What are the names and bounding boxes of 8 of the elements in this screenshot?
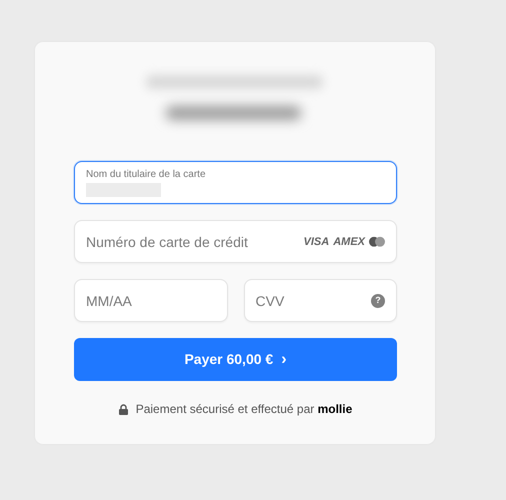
card-circles-icon — [369, 236, 385, 246]
input-field[interactable]: MM/AA — [74, 279, 228, 322]
card-brand-logo: AMEX — [333, 234, 365, 250]
input-field[interactable]: Nom du titulaire de la carte — [74, 161, 397, 204]
pay-button[interactable]: Payer 60,00 € › — [74, 338, 397, 381]
lock-icon — [118, 404, 128, 414]
footer-text: Paiement sécurisé et effectué par mollie — [136, 401, 352, 418]
card-brand-logo: VISA — [304, 234, 330, 250]
